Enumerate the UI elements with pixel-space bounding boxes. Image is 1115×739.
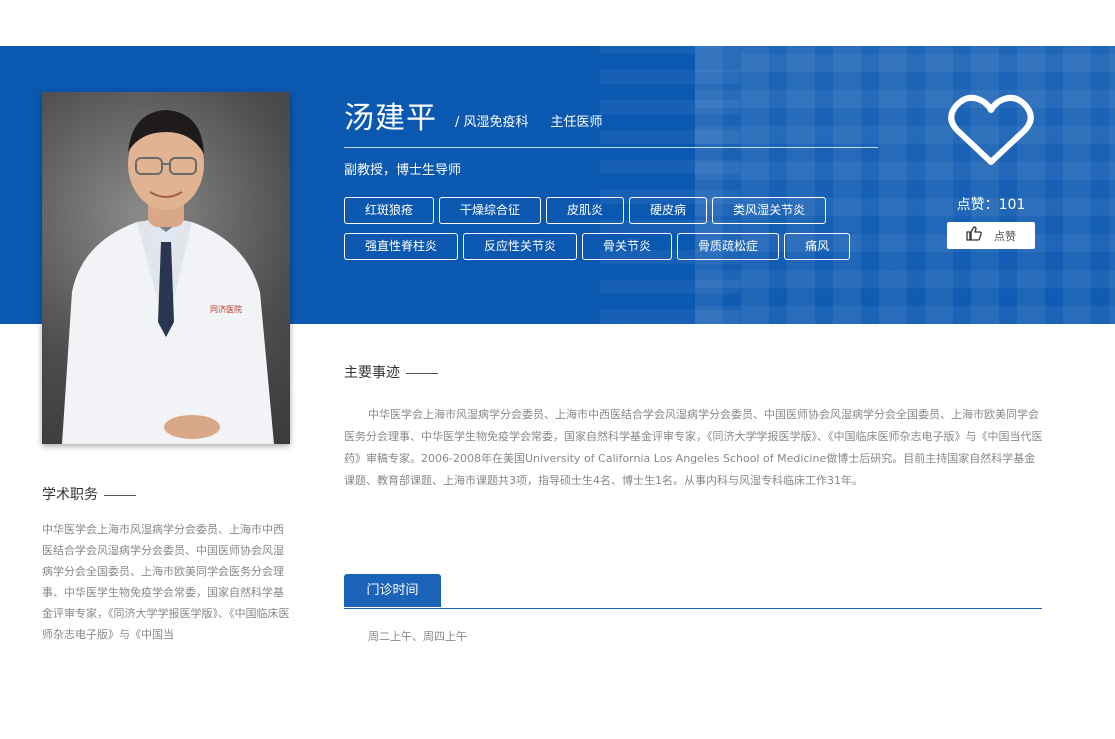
specialty-tag[interactable]: 痛风 bbox=[784, 233, 851, 260]
heading-dash bbox=[104, 494, 136, 496]
specialty-tag[interactable]: 硬皮病 bbox=[629, 197, 708, 224]
specialty-tag[interactable]: 干燥综合征 bbox=[439, 197, 542, 224]
specialty-tag[interactable]: 强直性脊柱炎 bbox=[344, 233, 459, 260]
academic-text: 中华医学会上海市风湿病学分会委员、上海市中西医结合学会风湿病学分会委员、中国医师… bbox=[42, 523, 290, 641]
tab-clinic-hours[interactable]: 门诊时间 bbox=[344, 574, 441, 607]
thumbs-up-icon bbox=[966, 226, 982, 245]
doctor-department-line: / 风湿免疫科 主任医师 bbox=[455, 111, 603, 130]
heart-icon[interactable] bbox=[948, 94, 1034, 166]
specialty-tag[interactable]: 骨关节炎 bbox=[582, 233, 673, 260]
specialty-tags: 红斑狼疮 干燥综合征 皮肌炎 硬皮病 类风湿关节炎 强直性脊柱炎 反应性关节炎 骨关节炎 骨质… bbox=[344, 197, 884, 269]
doctor-department: / 风湿免疫科 bbox=[455, 115, 529, 130]
doctor-position: 主任医师 bbox=[550, 115, 603, 130]
like-count: 点赞：101 bbox=[956, 197, 1026, 213]
doctor-subtitle: 副教授，博士生导师 bbox=[344, 163, 462, 178]
banner-background-building bbox=[695, 46, 1115, 324]
doctor-photo: 同济医院 bbox=[42, 92, 290, 444]
specialty-tag[interactable]: 骨质疏松症 bbox=[677, 233, 780, 260]
doctor-name: 汤建平 bbox=[344, 101, 437, 136]
header-divider bbox=[344, 147, 878, 148]
clinic-hours: 周二上午、周四上午 bbox=[368, 630, 467, 643]
like-button-label: 点赞 bbox=[994, 229, 1016, 243]
clinic-tabbar: 门诊时间 bbox=[344, 574, 1042, 609]
specialty-tag[interactable]: 类风湿关节炎 bbox=[712, 197, 827, 224]
academic-title: 学术职务 bbox=[42, 487, 98, 503]
like-button[interactable]: 点赞 bbox=[947, 222, 1035, 249]
heading-dash bbox=[406, 372, 438, 374]
specialty-tag[interactable]: 红斑狼疮 bbox=[344, 197, 435, 224]
svg-text:同济医院: 同济医院 bbox=[210, 304, 242, 314]
achievements-heading: 主要事迹 bbox=[344, 362, 438, 382]
specialty-tag[interactable]: 反应性关节炎 bbox=[463, 233, 578, 260]
academic-heading: 学术职务 bbox=[42, 484, 136, 504]
achievements-text: 中华医学会上海市风湿病学分会委员、上海市中西医结合学会风湿病学分会委员、中国医师… bbox=[344, 408, 1043, 487]
specialty-tag[interactable]: 皮肌炎 bbox=[546, 197, 625, 224]
achievements-title: 主要事迹 bbox=[344, 365, 400, 381]
